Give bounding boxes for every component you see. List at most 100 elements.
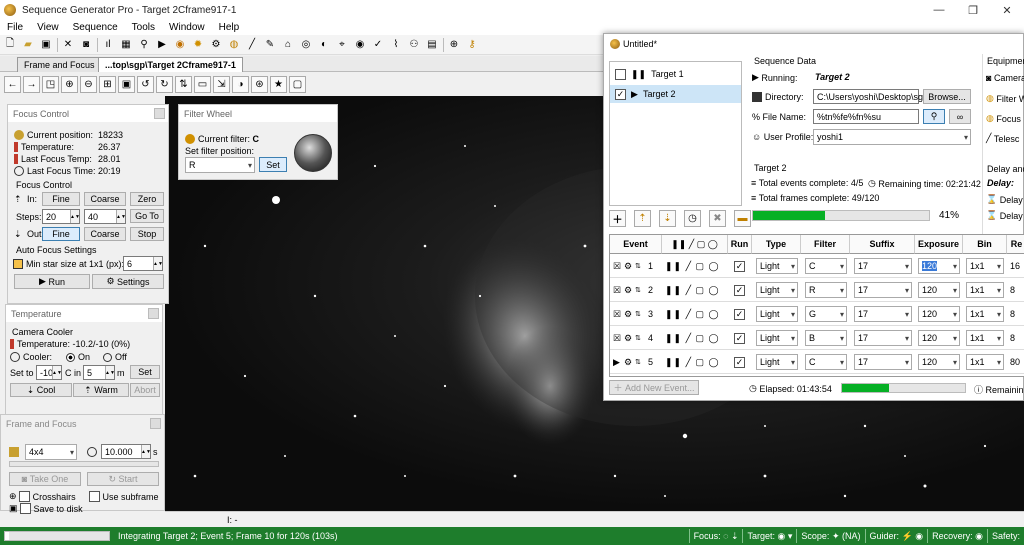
reorder-icon[interactable]: ⇅ [635,306,641,322]
close-icon[interactable]: ✕ [990,0,1024,20]
event-suffix-select[interactable]: 17 [854,306,912,322]
gear-icon[interactable]: ⚙ [624,306,632,322]
event-filter-select[interactable]: B [805,330,847,346]
event-run-checkbox[interactable]: ✓ [734,282,745,298]
col-exposure[interactable]: Exposure [915,235,963,254]
event-bin-select[interactable]: 1x1 [966,282,1004,298]
event-exposure-select[interactable]: 120 [918,354,960,370]
search-icon[interactable]: ⚲ [137,38,151,52]
equipment-focuser[interactable]: Focus [996,114,1021,124]
delete-event-icon[interactable]: ☒ [613,306,621,322]
steps-coarse-input[interactable]: 40 ▲▼ [84,209,126,224]
event-repeat[interactable]: 8 [1010,282,1015,298]
event-repeat[interactable]: 8 [1010,330,1015,346]
new-icon[interactable]: 🗋 [3,38,17,52]
goto-button[interactable]: Go To [130,209,164,223]
calc-icon[interactable]: ▦ [119,38,133,52]
in-fine-button[interactable]: Fine [42,192,80,206]
histogram-icon[interactable]: ıl [101,38,115,52]
star-icon[interactable]: ★ [270,75,287,93]
open-icon[interactable]: ▰ [21,38,35,52]
export-icon[interactable]: ⇲ [213,75,230,93]
chart-icon[interactable]: ⚇ [407,38,421,52]
col-bin[interactable]: Bin [963,235,1007,254]
event-bin-select[interactable]: 1x1 [966,306,1004,322]
event-filter-select[interactable]: G [805,306,847,322]
add-target-icon[interactable]: ＋ [609,210,626,227]
event-exposure-select[interactable]: 120 [918,306,960,322]
menu-tools[interactable]: Tools [125,22,162,33]
run-autofocus-button[interactable]: ▶ Run [14,274,90,289]
steps-fine-input[interactable]: 20 ▲▼ [42,209,80,224]
delete-event-icon[interactable]: ☒ [613,258,621,274]
graph-icon[interactable]: ⌇ [389,38,403,52]
event-run-checkbox[interactable]: ✓ [734,258,745,274]
event-bin-select[interactable]: 1x1 [966,330,1004,346]
browse-button[interactable]: Browse... [923,89,971,104]
exposure-input[interactable]: 10.000 ▲▼ [101,444,151,459]
gear-icon[interactable]: ⚙ [624,282,632,298]
event-options-icon[interactable]: ❚❚ ╱ ▢ ◯ [665,330,720,346]
crosshairs-checkbox[interactable]: ⊕ Crosshairs [9,491,76,502]
event-repeat[interactable]: 8 [1010,306,1015,322]
sun-icon[interactable]: ✹ [191,38,205,52]
flip-icon[interactable]: ⇅ [175,75,192,93]
col-event[interactable]: Event [610,235,662,254]
target-icon[interactable]: ⊛ [251,75,268,93]
event-row[interactable]: ☒⚙⇅ 1 ❚❚ ╱ ▢ ◯ ✓ Light C 17 120 1x1 16 [610,255,1024,278]
event-repeat[interactable]: 16 [1010,258,1020,274]
event-run-checkbox[interactable]: ✓ [734,354,745,370]
out-fine-button[interactable]: Fine [42,227,80,241]
event-options-icon[interactable]: ❚❚ ╱ ▢ ◯ [665,354,720,370]
event-exposure-select[interactable]: 120 [918,330,960,346]
event-run-checkbox[interactable]: ✓ [734,330,745,346]
tab-target-image[interactable]: ...top\sgp\Target 2Cframe917-1 [98,57,243,72]
filter-position-select[interactable]: R [185,157,255,173]
event-suffix-select[interactable]: 17 [854,258,912,274]
fit-icon[interactable]: ⊞ [99,75,116,93]
minutes-input[interactable]: 5 ▲▼ [83,365,115,380]
event-options-icon[interactable]: ❚❚ ╱ ▢ ◯ [665,306,720,322]
target-item-2[interactable]: ✓ ▶ Target 2 [610,85,741,103]
key-icon[interactable]: ⚷ [465,38,479,52]
shuffle-icon[interactable]: ✕ [61,38,75,52]
col-run[interactable]: Run [728,235,752,254]
gear-icon[interactable]: ⚙ [209,38,223,52]
stretch-icon[interactable]: ◳ [42,75,59,93]
min-star-input[interactable]: 6 ▲▼ [123,256,163,271]
camera-icon[interactable]: ◙ [79,38,93,52]
cool-button[interactable]: ⇣ Cool [10,383,72,397]
file-name-edit-button[interactable]: ⚲ [923,109,945,124]
set-temp-button[interactable]: Set [130,365,160,379]
menu-view[interactable]: View [30,22,66,33]
in-coarse-button[interactable]: Coarse [84,192,126,206]
user-profile-select[interactable]: yoshi1 [813,129,971,145]
save-icon[interactable]: ▣ [39,38,53,52]
edit-target-icon[interactable]: ▬ [734,210,751,227]
cooler-off-radio[interactable]: Off [103,352,127,362]
event-suffix-select[interactable]: 17 [854,354,912,370]
gear-icon[interactable]: ⚙ [624,354,632,370]
out-coarse-button[interactable]: Coarse [84,227,126,241]
menu-help[interactable]: Help [212,22,247,33]
panel-close-icon[interactable] [154,108,165,119]
event-exposure-select[interactable]: 120 [918,282,960,298]
file-name-input[interactable]: %tn%fe%fn%su [813,109,919,124]
event-type-select[interactable]: Light [756,258,798,274]
image-icon[interactable]: ▤ [425,38,439,52]
rotate-left-icon[interactable]: ↺ [137,75,154,93]
take-one-button[interactable]: ◙ Take One [9,472,81,486]
filter-icon[interactable]: ◍ [227,38,241,52]
delay-item-1[interactable]: Delay f [1000,195,1024,205]
event-options-icon[interactable]: ❚❚ ╱ ▢ ◯ [665,282,720,298]
panel-close-icon[interactable] [148,308,159,319]
panel-close-icon[interactable] [150,418,161,429]
binning-select[interactable]: 4x4 [25,444,77,460]
event-row[interactable]: ☒⚙⇅ 2 ❚❚ ╱ ▢ ◯ ✓ Light R 17 120 1x1 8 [610,279,1024,302]
event-suffix-select[interactable]: 17 [854,330,912,346]
brush-icon[interactable]: ✎ [263,38,277,52]
play-icon[interactable]: ▶ [155,38,169,52]
warm-button[interactable]: ⇡ Warm [73,383,129,397]
target-icon[interactable]: ◉ [173,38,187,52]
event-filter-select[interactable]: R [805,282,847,298]
